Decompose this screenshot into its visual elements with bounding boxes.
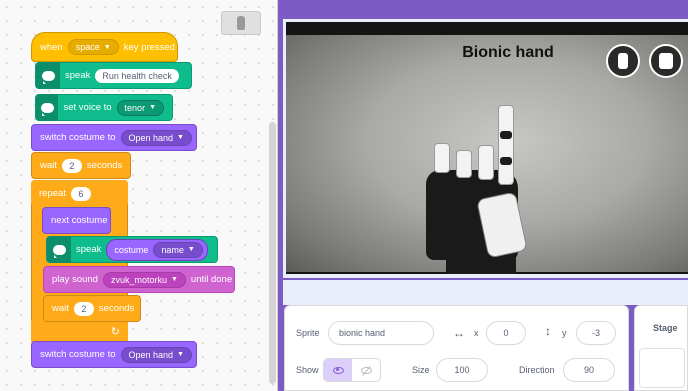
x-label: x <box>474 328 479 338</box>
switch-costume-label: switch costume to <box>40 349 116 360</box>
code-area[interactable]: when space ▼ key pressed speak Run health… <box>0 0 278 391</box>
next-costume-block[interactable]: next costume <box>42 207 111 234</box>
stage-thumbnail[interactable] <box>639 348 685 388</box>
when-label: when <box>40 41 63 53</box>
show-label: Show <box>296 365 319 375</box>
seconds-label: seconds <box>86 160 123 171</box>
costume-dropdown[interactable]: Open hand ▼ <box>120 346 192 363</box>
set-voice-block[interactable]: set voice to tenor ▼ <box>35 94 173 121</box>
repeat-label: repeat <box>39 188 66 199</box>
x-input[interactable]: 0 <box>486 321 526 345</box>
wait-block[interactable]: wait 2 seconds <box>43 295 141 322</box>
switch-costume-block[interactable]: switch costume to Open hand ▼ <box>31 341 197 368</box>
pointing-hand-icon <box>618 53 628 69</box>
stage-container: Bionic hand <box>283 19 688 278</box>
direction-input[interactable]: 90 <box>563 358 615 382</box>
show-button[interactable] <box>324 359 352 381</box>
text-to-speech-icon <box>36 62 60 89</box>
open-hand-icon <box>659 53 673 69</box>
wait-label: wait <box>52 303 69 314</box>
set-voice-label: set voice to <box>63 102 112 113</box>
speak-label: speak <box>65 70 91 81</box>
eye-slash-icon <box>360 366 372 374</box>
chevron-down-icon: ▼ <box>170 276 178 283</box>
loop-arrow-icon: ↻ <box>110 326 120 338</box>
hand-icon <box>237 16 245 30</box>
wait-block[interactable]: wait 2 seconds <box>31 152 131 179</box>
voice-dropdown[interactable]: tenor ▼ <box>116 99 164 116</box>
speak-label: speak <box>76 244 102 255</box>
key-pressed-label: key pressed <box>123 41 175 53</box>
chevron-down-icon: ▼ <box>177 351 184 358</box>
horizontal-arrows-icon: ↔ <box>453 326 465 340</box>
eye-icon <box>332 366 344 374</box>
next-costume-label: next costume <box>51 215 108 226</box>
y-label: y <box>562 328 567 338</box>
sound-value: zvuk_motorku <box>110 274 167 285</box>
stage-selector-panel[interactable]: Stage <box>634 305 688 391</box>
code-scrollbar[interactable] <box>269 122 276 384</box>
costume-reporter-label: costume <box>114 244 149 255</box>
stage-bottom-strip <box>283 280 688 305</box>
chevron-down-icon: ▼ <box>103 43 111 51</box>
chevron-down-icon: ▼ <box>177 134 184 141</box>
seconds-label: seconds <box>98 303 135 314</box>
voice-value: tenor <box>124 102 146 113</box>
repeat-count-input[interactable]: 6 <box>70 186 91 201</box>
size-label: Size <box>412 365 430 375</box>
size-input[interactable]: 100 <box>436 358 488 382</box>
chevron-down-icon: ▼ <box>187 246 195 253</box>
key-value: space <box>75 42 100 52</box>
switch-costume-label: switch costume to <box>40 132 116 143</box>
chevron-down-icon: ▼ <box>149 104 156 111</box>
switch-costume-block[interactable]: switch costume to Open hand ▼ <box>31 124 197 151</box>
key-dropdown[interactable]: space ▼ <box>67 39 119 55</box>
speak-costume-block[interactable]: speak costume name ▼ <box>46 236 218 263</box>
y-input[interactable]: -3 <box>576 321 616 345</box>
stage[interactable]: Bionic hand <box>286 22 688 274</box>
attribute-value: name <box>161 244 184 255</box>
costume-attribute-dropdown[interactable]: name ▼ <box>153 241 203 258</box>
play-sound-block[interactable]: play sound zvuk_motorku ▼ until done <box>43 266 235 293</box>
costume-dropdown[interactable]: Open hand ▼ <box>120 129 192 146</box>
open-hand-button[interactable] <box>649 44 683 78</box>
costume-value: Open hand <box>128 349 174 360</box>
speak-block[interactable]: speak Run health check <box>35 62 192 89</box>
hide-button[interactable] <box>352 359 380 381</box>
wait-seconds-input[interactable]: 2 <box>73 301 94 316</box>
until-done-label: until done <box>190 274 233 285</box>
when-key-pressed-block[interactable]: when space ▼ key pressed <box>31 32 178 62</box>
costume-value: Open hand <box>128 132 174 143</box>
wait-seconds-input[interactable]: 2 <box>61 158 82 173</box>
sprite-name-input[interactable]: bionic hand <box>328 321 434 345</box>
repeat-header[interactable]: repeat 6 <box>31 180 128 207</box>
sprite-thumbnail[interactable] <box>221 11 261 35</box>
costume-reporter[interactable]: costume name ▼ <box>106 238 208 261</box>
text-to-speech-icon <box>36 94 59 121</box>
stage-panel-label: Stage <box>653 323 678 333</box>
speak-text-input[interactable]: Run health check <box>95 68 179 83</box>
text-to-speech-icon <box>47 236 71 263</box>
play-sound-label: play sound <box>52 274 98 285</box>
wait-label: wait <box>40 160 57 171</box>
show-toggle[interactable] <box>323 358 381 382</box>
direction-label: Direction <box>519 365 555 375</box>
sprite-label: Sprite <box>296 328 320 338</box>
vertical-arrows-icon: ↕ <box>545 324 551 338</box>
sound-dropdown[interactable]: zvuk_motorku ▼ <box>102 271 186 288</box>
pointing-hand-button[interactable] <box>606 44 640 78</box>
